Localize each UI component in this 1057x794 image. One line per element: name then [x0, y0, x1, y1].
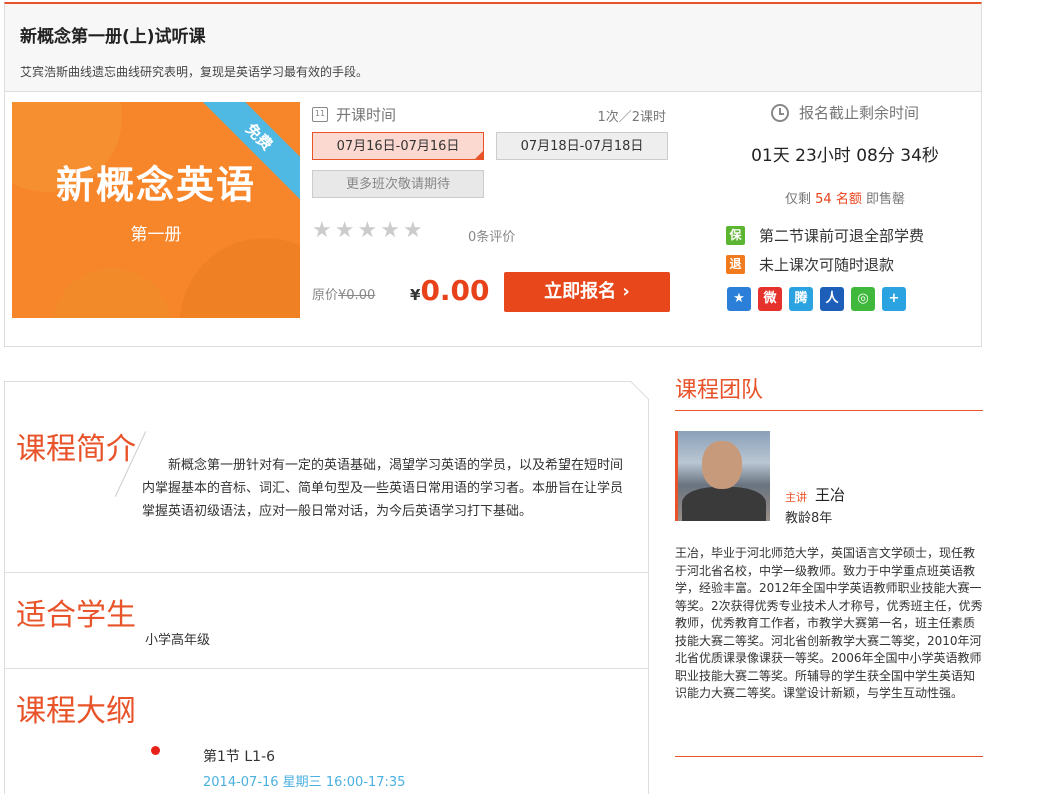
guarantee-item: 保 第二节课前可退全部学费: [726, 225, 970, 246]
countdown-mins: 08: [856, 146, 878, 166]
course-header: 新概念第一册(上)试听课 艾宾浩斯曲线遗忘曲线研究表明，复现是英语学习最有效的手…: [5, 4, 981, 92]
more-classes-button: 更多班次敬请期待: [312, 170, 484, 198]
share-bar: ★ 微 腾 人 ◎ +: [720, 287, 970, 311]
teacher-bio: 王冶，毕业于河北师范大学，英国语言文学硕士，现任教于河北省名校，中学一级教师。致…: [675, 546, 983, 700]
lesson-name: 第1节 L1-6: [203, 749, 276, 765]
more-share-icon[interactable]: +: [882, 287, 906, 311]
section-divider: [5, 572, 648, 573]
date-option[interactable]: 07月18日-07月18日: [496, 132, 668, 160]
qzone-icon[interactable]: ★: [727, 287, 751, 311]
schedule-label-text: 开课时间: [336, 106, 397, 124]
course-title: 新概念第一册(上)试听课: [20, 27, 206, 47]
avatar-face: [702, 441, 742, 489]
guarantee-item: 退 未上课次可随时退款: [726, 254, 970, 275]
team-divider: [675, 756, 983, 757]
currency-symbol: ¥: [410, 286, 421, 304]
guarantee-text: 未上课次可随时退款: [759, 256, 895, 274]
price-amount: 0.00: [420, 274, 490, 307]
seats-suffix: 即售罄: [865, 192, 905, 207]
review-count[interactable]: 0条评价: [468, 226, 515, 245]
renren-icon[interactable]: 人: [820, 287, 844, 311]
course-details: 课程简介 新概念第一册针对有一定的英语基础，渴望学习英语的学员，以及希望在短时间…: [4, 381, 649, 794]
original-price-value: ¥0.00: [338, 288, 376, 303]
schedule-label: 11 开课时间: [312, 104, 396, 125]
enroll-button[interactable]: 立即报名 ›: [504, 272, 670, 312]
countdown-timer: 01天 23小时 08分 34秒: [720, 141, 970, 166]
countdown-hours: 23: [795, 146, 817, 166]
course-team: 课程团队 主讲 王冶 教龄8年 王冶，毕业于河北师范大学，英国语言文学硕士，现任…: [675, 372, 983, 703]
seats-count: 54 名额: [815, 192, 862, 207]
deadline-label: 报名截止剩余时间: [720, 102, 970, 123]
countdown-days: 01: [751, 146, 773, 166]
suitable-title: 适合学生: [16, 598, 136, 633]
countdown-secs: 34: [900, 146, 922, 166]
deadline-label-text: 报名截止剩余时间: [798, 104, 919, 122]
original-price: 原价¥0.00: [312, 284, 375, 303]
intro-title: 课程简介: [16, 432, 136, 467]
calendar-icon: 11: [312, 107, 328, 122]
date-option-selected[interactable]: 07月16日-07月16日: [312, 132, 484, 160]
course-subtitle: 艾宾浩斯曲线遗忘曲线研究表明，复现是英语学习最有效的手段。: [20, 65, 369, 79]
teacher-experience: 教龄8年: [785, 511, 833, 526]
guarantees: 保 第二节课前可退全部学费 退 未上课次可随时退款: [720, 225, 970, 275]
team-title: 课程团队: [675, 372, 983, 411]
star-icon: ★: [312, 218, 332, 243]
deadline-panel: 报名截止剩余时间 01天 23小时 08分 34秒 仅剩 54 名额 即售罄 保…: [720, 102, 970, 311]
rating-stars: ★ ★ ★ ★ ★: [312, 220, 423, 242]
lesson-time: 2014-07-16 星期三 16:00-17:35: [203, 775, 406, 790]
countdown-days-unit: 天: [772, 146, 790, 166]
teacher-card: 主讲 王冶 教龄8年: [675, 431, 983, 527]
lesson-bullet-icon: [151, 746, 160, 755]
course-cover-image[interactable]: 新概念英语 第一册 免费: [12, 102, 300, 318]
session-count: 1次／2课时: [597, 110, 666, 125]
current-price: ¥0.00: [410, 274, 490, 307]
teacher-name[interactable]: 王冶: [815, 484, 845, 505]
star-icon: ★: [334, 218, 355, 243]
guarantee-text: 第二节课前可退全部学费: [759, 227, 925, 245]
wechat-icon[interactable]: ◎: [851, 287, 875, 311]
weibo-icon[interactable]: 微: [758, 287, 782, 311]
outline-title: 课程大纲: [16, 694, 136, 729]
seats-prefix: 仅剩: [785, 192, 812, 207]
clock-icon: [770, 103, 789, 122]
cover-decor-circle: [180, 238, 300, 318]
original-price-label: 原价: [312, 288, 339, 303]
teacher-avatar[interactable]: [675, 431, 770, 521]
guarantee-badge-icon: 保: [726, 226, 745, 245]
cover-subtitle: 第一册: [130, 225, 182, 245]
countdown-secs-unit: 秒: [921, 146, 939, 166]
cover-decor-circle: [52, 268, 172, 318]
refund-badge-icon: 退: [726, 255, 745, 274]
section-divider: [5, 668, 648, 669]
countdown-hours-unit: 小时: [816, 146, 851, 166]
avatar-body: [682, 487, 766, 521]
tencent-weibo-icon[interactable]: 腾: [789, 287, 813, 311]
corner-fold: [631, 381, 649, 399]
teacher-role: 主讲: [785, 491, 807, 504]
star-icon: ★: [380, 218, 400, 243]
cover-title: 新概念英语: [55, 163, 256, 207]
seats-remaining: 仅剩 54 名额 即售罄: [720, 188, 970, 207]
intro-text: 新概念第一册针对有一定的英语基础，渴望学习英语的学员，以及希望在短时间内掌握基本…: [142, 458, 624, 519]
countdown-mins-unit: 分: [877, 146, 895, 166]
star-icon: ★: [402, 218, 423, 243]
star-icon: ★: [357, 218, 378, 243]
suitable-text: 小学高年级: [145, 633, 211, 648]
